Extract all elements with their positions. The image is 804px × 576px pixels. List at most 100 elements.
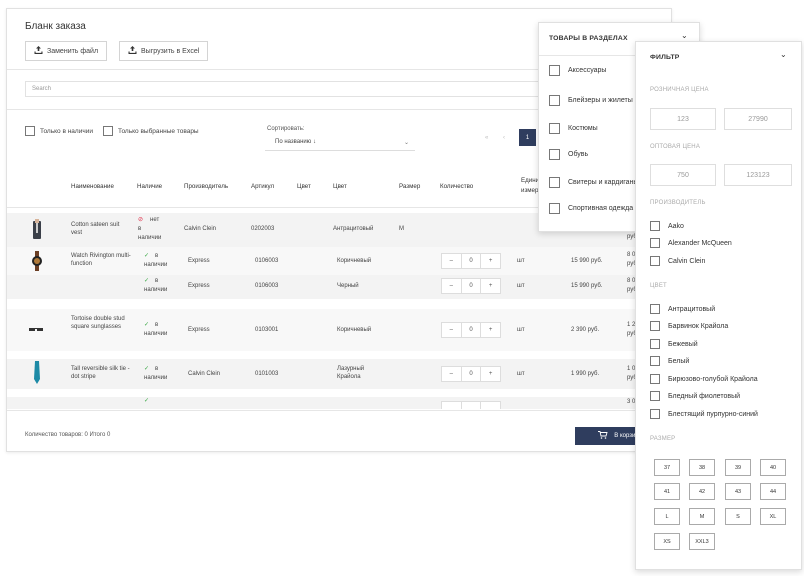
header-stock[interactable]: Наличие xyxy=(137,183,162,190)
checkbox-box[interactable] xyxy=(650,221,660,231)
category-item[interactable]: Блейзеры и жилеты xyxy=(549,95,633,106)
checkbox-box[interactable] xyxy=(103,126,113,136)
color-option[interactable]: Белый xyxy=(650,356,689,366)
size-option[interactable]: 37 xyxy=(654,459,680,476)
wholesale-min-input[interactable]: 750 xyxy=(650,164,716,186)
product-name[interactable]: Tall reversible silk tie - dot stripe xyxy=(71,365,131,381)
article: 0106003 xyxy=(255,283,279,289)
quantity-stepper[interactable]: – 0 + xyxy=(441,278,501,294)
checkbox-box[interactable] xyxy=(25,126,35,136)
header-manufacturer[interactable]: Производитель xyxy=(184,183,228,190)
checkbox-box[interactable] xyxy=(650,339,660,349)
checkbox-box[interactable] xyxy=(549,123,560,134)
minus-button[interactable]: – xyxy=(442,323,462,337)
sort-select[interactable]: По названию ↓ ⌄ xyxy=(265,135,415,151)
category-item[interactable]: Спортивная одежда xyxy=(549,203,633,214)
size-option[interactable]: XS xyxy=(654,533,680,550)
category-item[interactable]: Костюмы xyxy=(549,123,598,134)
color-option[interactable]: Антрацитовый xyxy=(650,304,715,314)
minus-button[interactable]: – xyxy=(442,254,462,268)
quantity-input[interactable]: 0 xyxy=(462,323,482,337)
size-option[interactable]: 43 xyxy=(725,483,751,500)
size-option[interactable]: L xyxy=(654,508,680,525)
checkbox-box[interactable] xyxy=(650,238,660,248)
header-quantity[interactable]: Количество xyxy=(440,183,473,190)
checkbox-box[interactable] xyxy=(650,409,660,419)
quantity-input[interactable]: 0 xyxy=(462,279,482,293)
size-option[interactable]: 42 xyxy=(689,483,715,500)
color-option[interactable]: Барвинок Крайола xyxy=(650,321,728,331)
quantity-stepper[interactable] xyxy=(441,401,501,409)
color-option[interactable]: Бледный фиолетовый xyxy=(650,391,740,401)
plus-button[interactable]: + xyxy=(481,254,500,268)
page-button-current[interactable]: 1 xyxy=(519,129,536,146)
checkbox-box[interactable] xyxy=(650,356,660,366)
size-option[interactable]: 39 xyxy=(725,459,751,476)
stock-status: наличии xyxy=(144,262,168,268)
header-unit-a[interactable]: Едини xyxy=(521,177,539,184)
retail-min-input[interactable]: 123 xyxy=(650,108,716,130)
export-excel-button[interactable]: Выгрузить в Excel xyxy=(119,41,209,61)
chevron-down-icon[interactable]: ⌄ xyxy=(681,31,688,40)
manufacturer-option[interactable]: Calvin Clein xyxy=(650,256,705,266)
plus-button[interactable]: + xyxy=(481,367,500,381)
manufacturer-option[interactable]: Aako xyxy=(650,221,684,231)
size-option[interactable]: 40 xyxy=(760,459,786,476)
manufacturer-option[interactable]: Alexander McQueen xyxy=(650,238,732,248)
only-in-stock-checkbox[interactable]: Только в наличии xyxy=(25,126,93,136)
plus-button[interactable]: + xyxy=(481,279,500,293)
header-color[interactable]: Цвет xyxy=(333,183,347,190)
pager-first-button[interactable]: « xyxy=(485,135,488,141)
category-item[interactable]: Аксессуары xyxy=(549,65,606,76)
color-option[interactable]: Бирюзово-голубой Крайола xyxy=(650,374,758,384)
plus-button[interactable]: + xyxy=(481,323,500,337)
only-selected-label: Только выбранные товары xyxy=(118,127,199,135)
checkbox-box[interactable] xyxy=(650,321,660,331)
checkbox-box[interactable] xyxy=(549,177,560,188)
header-color-short[interactable]: Цвет xyxy=(297,183,311,190)
only-selected-checkbox[interactable]: Только выбранные товары xyxy=(103,126,199,136)
checkbox-box[interactable] xyxy=(650,256,660,266)
pager-prev-button[interactable]: ‹ xyxy=(503,135,505,141)
checkbox-box[interactable] xyxy=(549,149,560,160)
quantity-stepper[interactable]: – 0 + xyxy=(441,253,501,269)
checkbox-box[interactable] xyxy=(549,95,560,106)
minus-button[interactable]: – xyxy=(442,367,462,381)
checkbox-box[interactable] xyxy=(549,65,560,76)
wholesale-max-input[interactable]: 123123 xyxy=(724,164,792,186)
header-size[interactable]: Размер xyxy=(399,183,420,190)
header-unit-b[interactable]: измер xyxy=(521,187,538,194)
category-item[interactable]: Свитеры и кардиганы xyxy=(549,177,638,188)
sort-label: Сортировать: xyxy=(267,126,305,132)
size-option[interactable]: M xyxy=(689,508,715,525)
color-option[interactable]: Блестящий пурпурно-синий xyxy=(650,409,758,419)
size-option[interactable]: 38 xyxy=(689,459,715,476)
minus-button[interactable]: – xyxy=(442,279,462,293)
header-name[interactable]: Наименование xyxy=(71,183,114,190)
checkbox-box[interactable] xyxy=(549,203,560,214)
product-name[interactable]: Watch Rivington multi-function xyxy=(71,252,131,268)
chevron-down-icon[interactable]: ⌄ xyxy=(780,50,787,59)
order-summary: Количество товаров: 0 Итого 0 xyxy=(25,432,111,438)
color-option[interactable]: Бежевый xyxy=(650,339,698,349)
size-option[interactable]: 44 xyxy=(760,483,786,500)
filter-panel: ФИЛЬТР ⌄ РОЗНИЧНАЯ ЦЕНА 123 27990 ОПТОВА… xyxy=(635,41,802,570)
size-option[interactable]: XXL3 xyxy=(689,533,715,550)
product-name[interactable]: Tortoise double stud square sunglasses xyxy=(71,315,131,331)
header-article[interactable]: Артикул xyxy=(251,183,274,190)
retail-max-input[interactable]: 27990 xyxy=(724,108,792,130)
checkbox-box[interactable] xyxy=(650,374,660,384)
quantity-stepper[interactable]: – 0 + xyxy=(441,366,501,382)
quantity-input[interactable]: 0 xyxy=(462,254,482,268)
product-name[interactable]: Cotton sateen suit vest xyxy=(71,221,131,237)
color: Черный xyxy=(337,283,359,289)
size-option[interactable]: 41 xyxy=(654,483,680,500)
quantity-stepper[interactable]: – 0 + xyxy=(441,322,501,338)
size-option[interactable]: S xyxy=(725,508,751,525)
size-option[interactable]: XL xyxy=(760,508,786,525)
category-item[interactable]: Обувь xyxy=(549,149,588,160)
checkbox-box[interactable] xyxy=(650,391,660,401)
quantity-input[interactable]: 0 xyxy=(462,367,482,381)
checkbox-box[interactable] xyxy=(650,304,660,314)
replace-file-button[interactable]: Заменить файл xyxy=(25,41,108,61)
